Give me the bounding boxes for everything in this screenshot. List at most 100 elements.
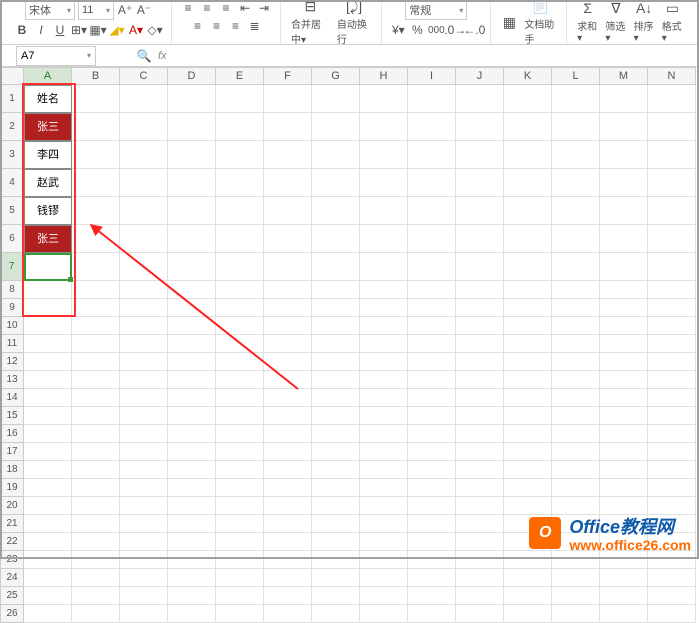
cell[interactable] <box>72 371 120 389</box>
cell[interactable] <box>408 533 456 551</box>
cell[interactable] <box>408 497 456 515</box>
cell[interactable] <box>552 569 600 587</box>
cell[interactable] <box>120 443 168 461</box>
doc-helper-button[interactable]: 📄 文档助手 <box>522 0 558 46</box>
cell[interactable] <box>360 551 408 569</box>
cell[interactable] <box>360 299 408 317</box>
cell[interactable] <box>552 281 600 299</box>
cell[interactable] <box>360 533 408 551</box>
cell[interactable] <box>504 317 552 335</box>
cell[interactable] <box>264 371 312 389</box>
cell[interactable] <box>600 141 648 169</box>
cell[interactable] <box>72 85 120 113</box>
fx-label[interactable]: fx <box>158 50 167 62</box>
cell[interactable] <box>552 253 600 281</box>
col-header-j[interactable]: J <box>456 67 504 85</box>
cell[interactable] <box>360 371 408 389</box>
cell[interactable] <box>72 425 120 443</box>
cell[interactable] <box>600 407 648 425</box>
cell[interactable] <box>264 281 312 299</box>
cell[interactable] <box>264 569 312 587</box>
cell[interactable] <box>408 443 456 461</box>
cell[interactable] <box>168 425 216 443</box>
cell[interactable] <box>504 225 552 253</box>
cell[interactable] <box>264 497 312 515</box>
cell[interactable] <box>120 169 168 197</box>
cell[interactable] <box>264 225 312 253</box>
col-header-h[interactable]: H <box>360 67 408 85</box>
col-header-b[interactable]: B <box>72 67 120 85</box>
cell[interactable] <box>456 443 504 461</box>
row-header[interactable]: 2 <box>0 113 24 141</box>
cell[interactable] <box>120 515 168 533</box>
cell[interactable] <box>312 253 360 281</box>
cell[interactable] <box>408 569 456 587</box>
cell[interactable] <box>600 225 648 253</box>
cell[interactable] <box>264 335 312 353</box>
cell[interactable] <box>216 605 264 623</box>
decrease-decimal-icon[interactable]: ←.0 <box>466 22 482 38</box>
cell[interactable] <box>264 533 312 551</box>
cell[interactable] <box>408 407 456 425</box>
cell[interactable] <box>360 515 408 533</box>
cell[interactable] <box>120 299 168 317</box>
cell[interactable] <box>264 197 312 225</box>
row-header[interactable]: 12 <box>0 353 24 371</box>
cell[interactable] <box>168 225 216 253</box>
cell[interactable]: 李四 <box>24 141 72 169</box>
row-header[interactable]: 7 <box>0 253 24 281</box>
cell[interactable] <box>120 85 168 113</box>
cell[interactable] <box>216 461 264 479</box>
cell[interactable] <box>168 497 216 515</box>
cell[interactable] <box>168 443 216 461</box>
cell[interactable] <box>312 551 360 569</box>
cell[interactable] <box>168 389 216 407</box>
cell[interactable] <box>648 479 696 497</box>
merge-center-button[interactable]: ⊟ 合并居中▾ <box>289 0 332 46</box>
cell[interactable] <box>408 85 456 113</box>
cell[interactable] <box>504 551 552 569</box>
cell[interactable] <box>504 407 552 425</box>
cell[interactable] <box>600 461 648 479</box>
cell[interactable] <box>648 569 696 587</box>
cell[interactable] <box>648 587 696 605</box>
border-icon[interactable]: ⊞▾ <box>71 22 87 38</box>
cell[interactable] <box>312 335 360 353</box>
cell[interactable] <box>408 225 456 253</box>
cell[interactable] <box>504 443 552 461</box>
row-header[interactable]: 24 <box>0 569 24 587</box>
cell[interactable] <box>312 407 360 425</box>
cell[interactable] <box>600 169 648 197</box>
cell[interactable] <box>456 317 504 335</box>
cell[interactable] <box>312 113 360 141</box>
cell[interactable] <box>168 353 216 371</box>
row-header[interactable]: 1 <box>0 85 24 113</box>
cell[interactable] <box>648 253 696 281</box>
cell[interactable] <box>552 197 600 225</box>
cell[interactable] <box>120 253 168 281</box>
cell[interactable] <box>552 371 600 389</box>
cell[interactable] <box>600 587 648 605</box>
cell[interactable] <box>600 335 648 353</box>
cell[interactable] <box>216 389 264 407</box>
increase-decimal-icon[interactable]: .0→ <box>447 22 463 38</box>
decrease-indent-icon[interactable]: ⇤ <box>237 0 253 16</box>
cell[interactable] <box>648 371 696 389</box>
cell[interactable] <box>600 425 648 443</box>
cell[interactable] <box>552 335 600 353</box>
cell[interactable] <box>552 353 600 371</box>
cell[interactable] <box>408 253 456 281</box>
cell[interactable] <box>24 281 72 299</box>
cell[interactable] <box>552 317 600 335</box>
cell[interactable] <box>312 141 360 169</box>
cell[interactable] <box>600 371 648 389</box>
row-header[interactable]: 6 <box>0 225 24 253</box>
cell[interactable] <box>264 443 312 461</box>
cell[interactable] <box>168 587 216 605</box>
increase-font-icon[interactable]: A⁺ <box>117 2 133 18</box>
align-middle-icon[interactable]: ≡ <box>199 0 215 16</box>
cell[interactable] <box>72 461 120 479</box>
cell[interactable] <box>648 353 696 371</box>
cell[interactable] <box>216 497 264 515</box>
row-header[interactable]: 13 <box>0 371 24 389</box>
